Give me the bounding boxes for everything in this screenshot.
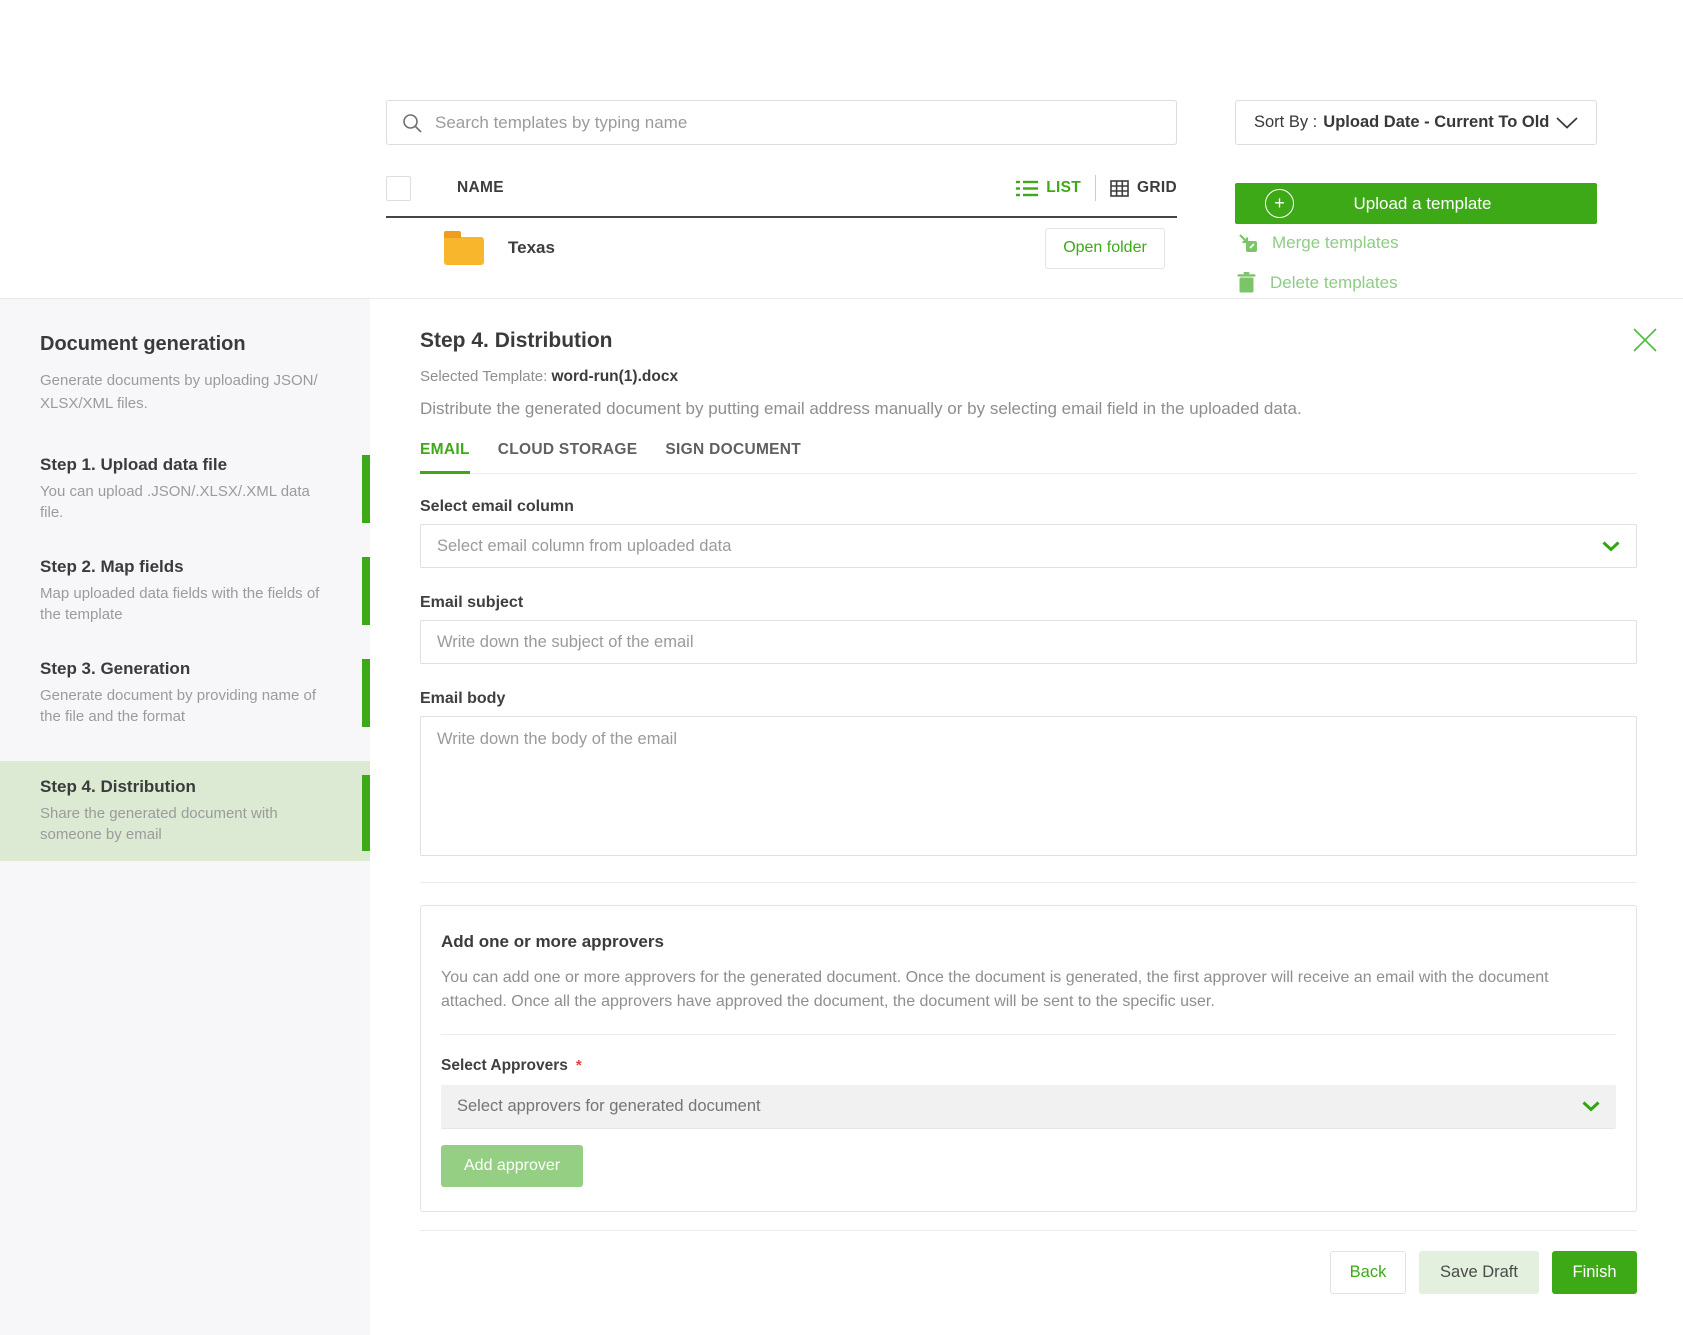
list-view-label: LIST (1046, 179, 1081, 197)
distribution-tabs: EMAIL CLOUD STORAGE SIGN DOCUMENT (420, 441, 1637, 474)
list-view-toggle[interactable]: LIST (1016, 179, 1081, 197)
save-draft-button[interactable]: Save Draft (1419, 1251, 1539, 1294)
plus-circle-icon: + (1265, 189, 1294, 218)
delete-templates-label: Delete templates (1270, 273, 1398, 293)
templates-page: Sort By : Upload Date - Current To Old N… (0, 0, 1683, 1335)
folder-row: Texas Open folder (386, 218, 1177, 278)
step-4-progress-bar (362, 775, 370, 851)
email-column-placeholder: Select email column from uploaded data (437, 537, 1602, 556)
merge-icon (1237, 232, 1258, 253)
tab-sign-document[interactable]: SIGN DOCUMENT (665, 441, 801, 474)
folder-icon (444, 237, 484, 265)
wizard-steps: Step 1. Upload data file You can upload … (40, 455, 340, 861)
view-toggles: LIST GRID (1016, 175, 1177, 201)
approvers-select-placeholder: Select approvers for generated document (457, 1097, 1582, 1116)
merge-templates-label: Merge templates (1272, 233, 1399, 253)
email-column-label: Select email column (420, 498, 1637, 516)
select-approvers-text: Select Approvers (441, 1057, 568, 1074)
grid-view-label: GRID (1137, 179, 1177, 197)
step-3-desc: Generate document by providing name of t… (40, 685, 332, 727)
approvers-heading: Add one or more approvers (441, 932, 1616, 952)
email-column-select[interactable]: Select email column from uploaded data (420, 524, 1637, 568)
close-modal-button[interactable] (1631, 327, 1659, 355)
step4-panel: Step 4. Distribution Selected Template: … (370, 299, 1683, 1335)
merge-templates-action[interactable]: Merge templates (1237, 232, 1399, 253)
grid-view-toggle[interactable]: GRID (1110, 179, 1177, 197)
email-subject-label: Email subject (420, 594, 1637, 612)
wizard-title: Document generation (40, 333, 340, 356)
search-input-wrapper (386, 100, 1177, 145)
approvers-description: You can add one or more approvers for th… (441, 966, 1616, 1014)
back-button[interactable]: Back (1330, 1251, 1406, 1294)
select-all-checkbox[interactable] (386, 176, 411, 201)
upload-template-label: Upload a template (1294, 194, 1551, 214)
wizard-subtitle: Generate documents by uploading JSON/ XL… (40, 370, 320, 415)
chevron-down-icon (1556, 117, 1578, 129)
step-2-desc: Map uploaded data fields with the fields… (40, 583, 332, 625)
sort-by-value: Upload Date - Current To Old (1323, 113, 1549, 132)
add-approver-button[interactable]: Add approver (441, 1145, 583, 1187)
email-body-label: Email body (420, 690, 1637, 708)
sort-by-dropdown[interactable]: Sort By : Upload Date - Current To Old (1235, 100, 1597, 145)
tab-cloud-storage[interactable]: CLOUD STORAGE (498, 441, 638, 474)
chevron-down-icon (1602, 541, 1620, 552)
templates-list-header: NAME LIST GRID (386, 160, 1177, 218)
folder-name: Texas (508, 238, 555, 258)
step-description: Distribute the generated document by put… (420, 399, 1637, 419)
approvers-select[interactable]: Select approvers for generated document (441, 1085, 1616, 1129)
close-icon (1632, 327, 1658, 353)
upload-template-button[interactable]: + Upload a template (1235, 183, 1597, 224)
wizard-footer: Back Save Draft Finish (420, 1251, 1637, 1294)
grid-view-icon (1110, 180, 1129, 197)
selected-template-value: word-run(1).docx (551, 368, 678, 385)
finish-button[interactable]: Finish (1552, 1251, 1637, 1294)
sidebar-step-3[interactable]: Step 3. Generation Generate document by … (0, 659, 370, 727)
step-3-title: Step 3. Generation (40, 659, 332, 679)
search-input[interactable] (435, 113, 1162, 133)
document-generation-modal: Document generation Generate documents b… (0, 298, 1683, 1335)
step-2-title: Step 2. Map fields (40, 557, 332, 577)
step-2-progress-bar (362, 557, 370, 625)
open-folder-button[interactable]: Open folder (1045, 228, 1165, 269)
divider (441, 1034, 1616, 1035)
selected-template-label: Selected Template: (420, 368, 547, 385)
select-approvers-label: Select Approvers * (441, 1057, 1616, 1075)
tab-email[interactable]: EMAIL (420, 441, 470, 474)
sidebar-step-4-active[interactable]: Step 4. Distribution Share the generated… (0, 761, 370, 861)
toggle-divider (1095, 175, 1096, 201)
search-icon (401, 112, 423, 134)
trash-icon (1237, 272, 1256, 293)
email-subject-input[interactable] (420, 620, 1637, 664)
sidebar-step-1[interactable]: Step 1. Upload data file You can upload … (0, 455, 370, 523)
step-3-progress-bar (362, 659, 370, 727)
email-body-textarea[interactable] (420, 716, 1637, 856)
list-view-icon (1016, 180, 1038, 197)
folder-cell[interactable]: Texas (444, 231, 555, 265)
step-1-progress-bar (362, 455, 370, 523)
wizard-sidebar: Document generation Generate documents b… (0, 299, 370, 1335)
step-1-desc: You can upload .JSON/.XLSX/.XML data fil… (40, 481, 332, 523)
step-heading: Step 4. Distribution (420, 329, 1637, 353)
name-column-header: NAME (457, 179, 504, 197)
step-1-title: Step 1. Upload data file (40, 455, 332, 475)
sidebar-step-2[interactable]: Step 2. Map fields Map uploaded data fie… (0, 557, 370, 625)
step-4-title: Step 4. Distribution (40, 777, 332, 797)
chevron-down-icon (1582, 1101, 1600, 1112)
required-asterisk: * (576, 1057, 582, 1074)
divider (420, 882, 1637, 883)
delete-templates-action[interactable]: Delete templates (1237, 272, 1398, 293)
step-4-desc: Share the generated document with someon… (40, 803, 332, 845)
selected-template-line: Selected Template: word-run(1).docx (420, 368, 1637, 386)
approvers-card: Add one or more approvers You can add on… (420, 905, 1637, 1212)
sort-by-label: Sort By : (1254, 113, 1317, 132)
divider (420, 1230, 1637, 1231)
